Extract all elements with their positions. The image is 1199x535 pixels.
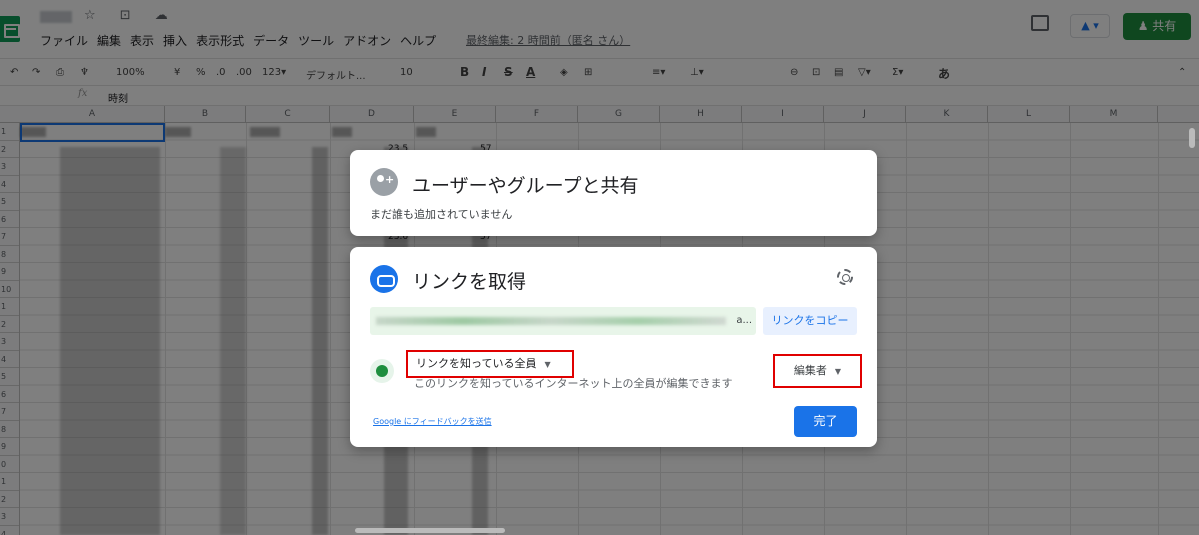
role-label: 編集者 [793, 364, 827, 377]
feedback-link[interactable]: Google にフィードバックを送信 [373, 416, 492, 427]
link-scope-select[interactable]: リンクを知っている全員 ▼ [406, 350, 574, 378]
link-scope-label: リンクを知っている全員 [416, 357, 537, 370]
copy-link-button[interactable]: リンクをコピー [763, 307, 857, 335]
gear-icon[interactable] [837, 269, 853, 285]
share-link-field[interactable]: a... [370, 307, 756, 335]
done-button[interactable]: 完了 [794, 406, 857, 437]
role-select[interactable]: 編集者 ▼ [773, 354, 862, 388]
blurred-link-url [376, 317, 726, 325]
link-url-suffix: a... [736, 315, 752, 326]
chevron-down-icon: ▼ [834, 367, 842, 376]
share-with-people-dialog: ユーザーやグループと共有 まだ誰も追加されていません [350, 150, 877, 236]
link-dialog-title: リンクを取得 [412, 271, 527, 293]
link-icon [370, 265, 398, 293]
chevron-down-icon: ▼ [544, 360, 551, 369]
globe-icon [370, 359, 394, 383]
horizontal-scrollbar[interactable] [355, 528, 505, 533]
share-dialog-title[interactable]: ユーザーやグループと共有 [412, 171, 638, 198]
add-people-icon [370, 168, 398, 196]
get-link-dialog: リンクを取得 a... リンクをコピー リンクを知っている全員 ▼ このリンクを知… [350, 247, 877, 447]
link-scope-description: このリンクを知っているインターネット上の全員が編集できます [414, 377, 733, 390]
vertical-scrollbar[interactable] [1189, 128, 1195, 148]
share-dialog-subtitle: まだ誰も追加されていません [370, 208, 513, 221]
